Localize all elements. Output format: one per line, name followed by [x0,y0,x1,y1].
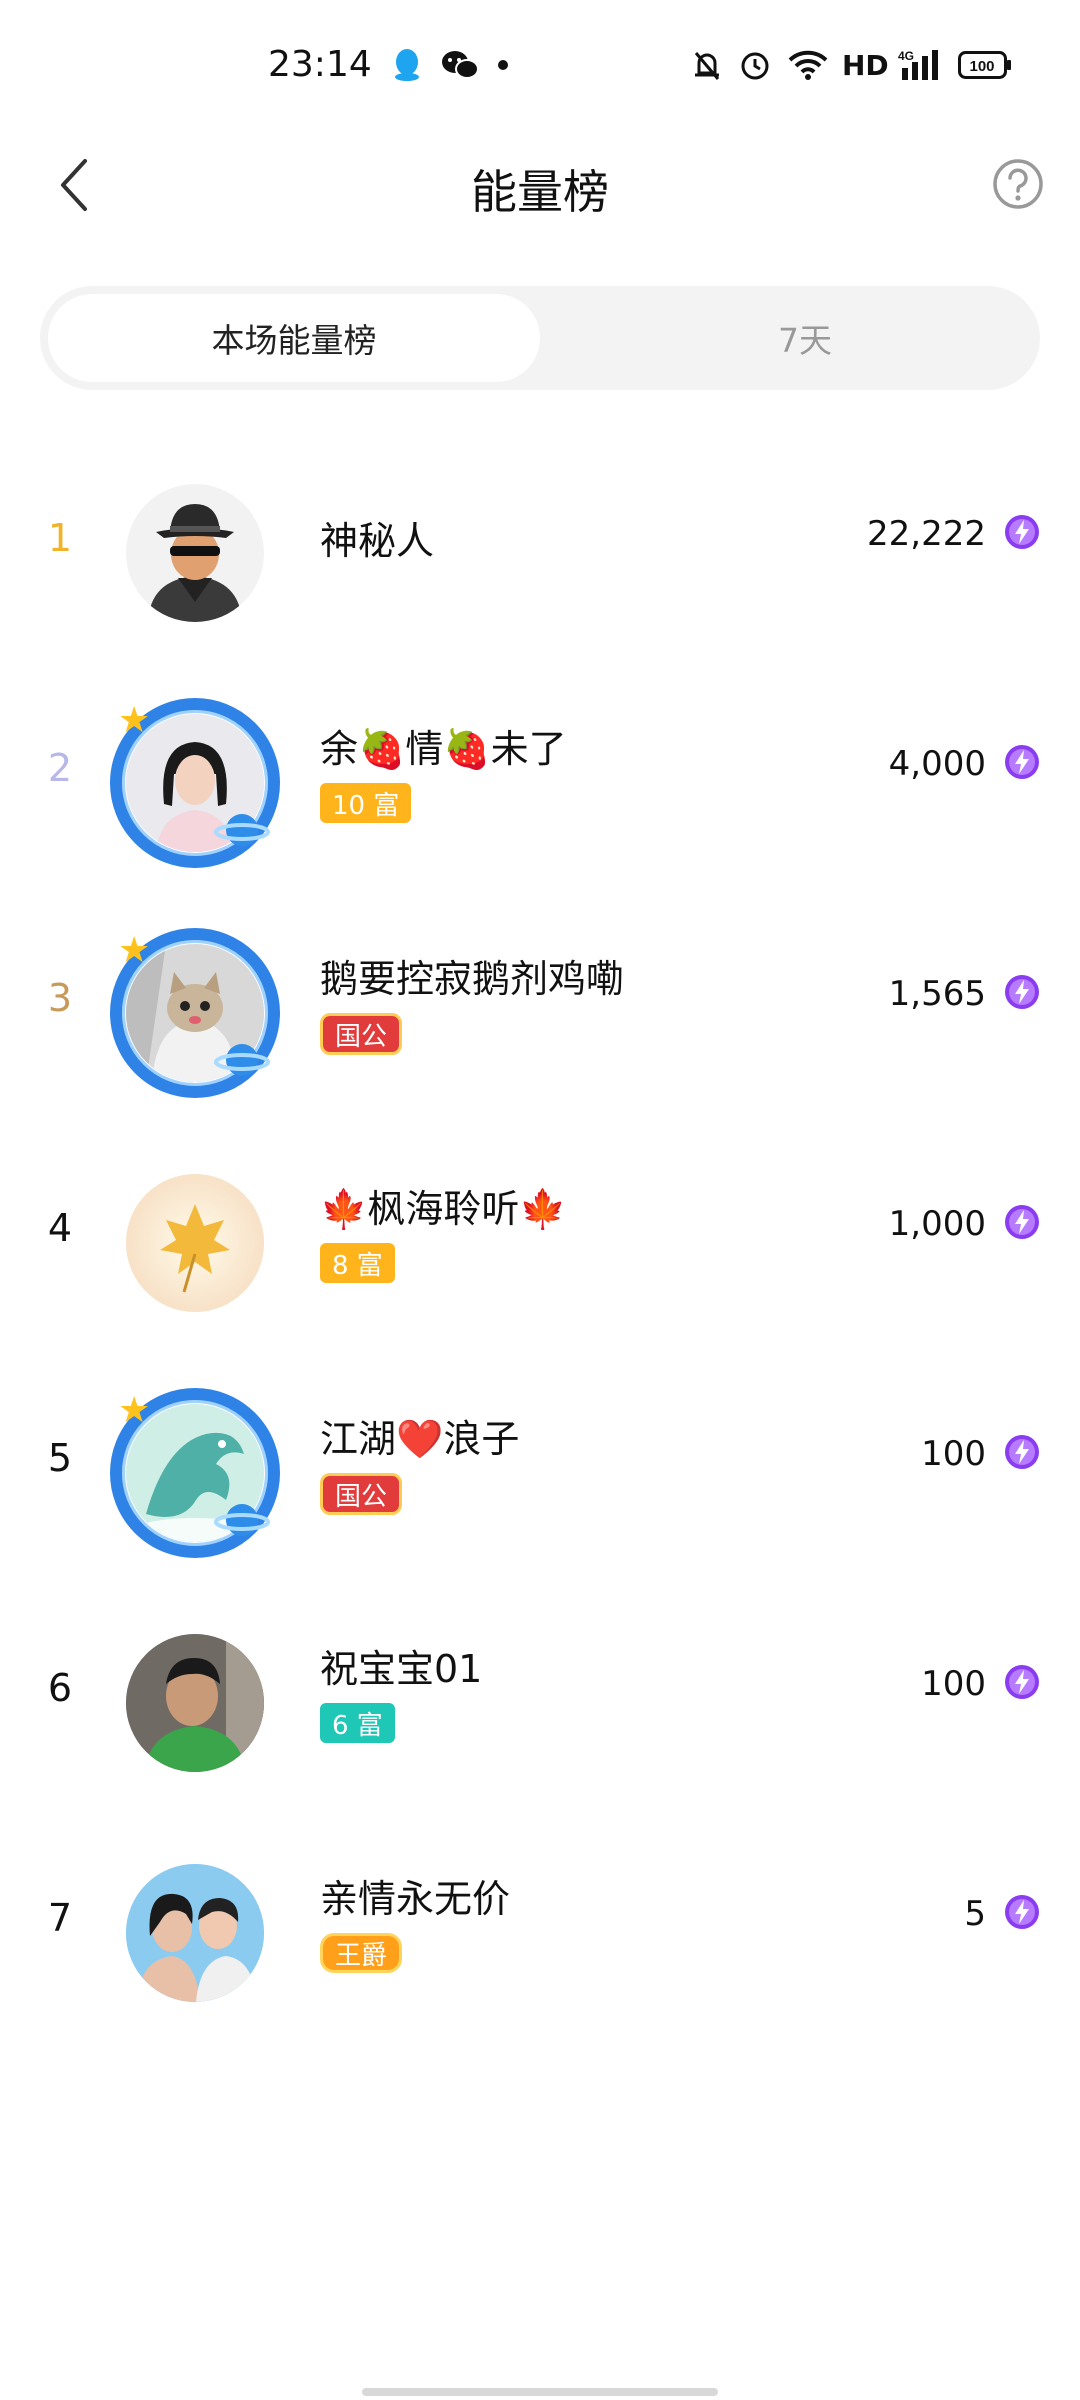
energy-bolt-icon [1005,1205,1039,1239]
tabs: 本场能量榜 7天 [40,286,1040,390]
rank-title-badge: 王爵 [320,1933,403,1973]
avatar[interactable]: ★ [110,698,280,868]
score: 1,000 [888,1204,986,1244]
energy-bolt-icon [1005,1665,1039,1699]
rank-title-badge: 国公 [320,1473,403,1515]
planet-icon [214,1504,270,1536]
rank-number: 4 [47,1206,73,1250]
energy-bolt-icon [1005,975,1039,1009]
rank-number: 2 [47,746,73,790]
maple-leaf-photo [126,1174,264,1312]
score: 100 [921,1664,986,1704]
nickname: 江湖❤️浪子 [320,1417,520,1461]
rank-number: 3 [47,976,73,1020]
alarm-icon [738,48,772,82]
energy-bolt-icon [1005,745,1039,779]
list-item[interactable]: 4 🍁枫海聆听🍁 8 富 1,000 [0,1130,1080,1330]
tab-current-session[interactable]: 本场能量榜 [48,294,540,382]
wifi-icon [786,48,830,82]
wealth-level-badge: 6 富 [320,1703,395,1743]
rank-number: 7 [47,1896,73,1940]
list-item[interactable]: 7 亲情永无价 王爵 5 [0,1820,1080,2020]
score: 4,000 [888,744,986,784]
tab-7-days[interactable]: 7天 [580,294,1030,382]
wealth-level-badge: 10 富 [320,783,412,823]
nickname: 亲情永无价 [320,1877,511,1921]
list-item[interactable]: 3 ★ 鹅要控寂鹅剂鸡嘞 国公 1,565 [0,900,1080,1100]
wechat-icon [440,48,480,82]
list-item[interactable]: 6 祝宝宝01 6 富 100 [0,1590,1080,1790]
score: 1,565 [888,974,986,1014]
signal-4g-icon: 4G [898,48,944,82]
list-item[interactable]: 5 ★ 江湖❤️浪子 国公 100 [0,1360,1080,1560]
couple-photo [126,1864,264,2002]
score: 100 [921,1434,986,1474]
profile-photo [126,1634,264,1772]
svg-text:4G: 4G [898,49,914,63]
nickname: 🍁枫海聆听🍁 [320,1187,567,1231]
hd-label: HD [842,48,889,82]
mute-icon [692,48,722,82]
rank-number: 6 [47,1666,73,1710]
nickname: 余🍓情🍓未了 [320,727,567,771]
home-indicator[interactable] [362,2388,718,2396]
battery-icon: 100 [958,48,1012,82]
avatar[interactable] [110,1158,280,1328]
planet-icon [214,1044,270,1076]
wealth-level-badge: 8 富 [320,1243,395,1283]
star-icon: ★ [118,930,151,971]
rank-title-badge: 国公 [320,1013,403,1055]
nickname: 神秘人 [320,519,435,563]
header: 能量榜 [0,130,1080,240]
status-time: 23:14 [268,44,372,85]
avatar[interactable] [110,1848,280,2018]
score: 5 [964,1894,986,1934]
list-item[interactable]: 2 ★ 余🍓情🍓未了 10 富 4,000 [0,670,1080,870]
mystery-man-icon [148,504,242,622]
energy-bolt-icon [1005,515,1039,549]
question-circle-icon [993,159,1043,209]
notification-dot-icon [498,48,508,82]
status-bar: 23:14 HD 4G 100 [0,0,1080,130]
rank-number: 1 [47,516,73,560]
energy-bolt-icon [1005,1895,1039,1929]
svg-text:100: 100 [969,58,994,75]
list-item[interactable]: 1 神秘人 22,222 [0,440,1080,640]
score: 22,222 [867,514,986,554]
help-button[interactable] [990,156,1046,212]
rank-number: 5 [47,1436,73,1480]
nickname: 祝宝宝01 [320,1647,483,1691]
page-title: 能量榜 [471,165,609,219]
qq-icon [392,48,422,82]
nickname: 鹅要控寂鹅剂鸡嘞 [320,957,625,1001]
avatar[interactable]: ★ [110,928,280,1098]
star-icon: ★ [118,700,151,741]
energy-bolt-icon [1005,1435,1039,1469]
avatar[interactable] [110,1618,280,1788]
avatar[interactable]: ★ [110,1388,280,1558]
avatar[interactable] [110,468,280,638]
star-icon: ★ [118,1390,151,1431]
planet-icon [214,814,270,846]
